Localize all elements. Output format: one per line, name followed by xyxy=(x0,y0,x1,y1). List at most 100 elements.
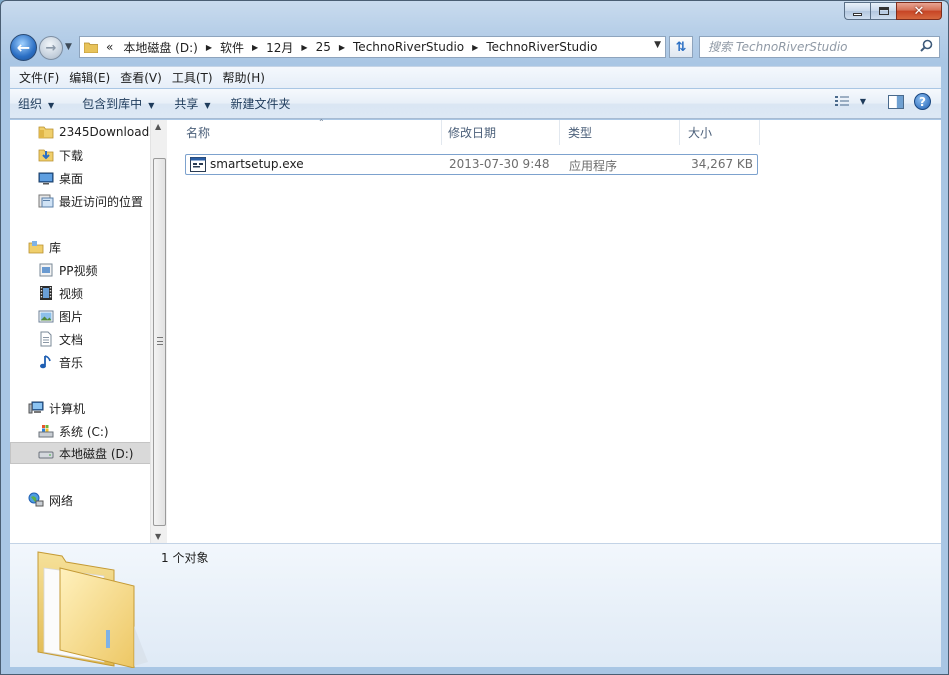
menu-tools[interactable]: 工具(T) xyxy=(167,67,218,89)
chevron-down-icon: ▼ xyxy=(48,100,55,110)
view-options-dropdown-icon[interactable]: ▼ xyxy=(860,97,866,106)
scroll-up-icon[interactable]: ▲ xyxy=(155,122,161,131)
change-view-icon[interactable] xyxy=(834,95,850,109)
system-drive-icon xyxy=(38,425,54,438)
navigation-pane: 2345Downloads 下载 桌面 最近访问的位置 库 PP视频 视频 图片… xyxy=(10,120,150,543)
nav-item-label: 文档 xyxy=(59,332,84,347)
details-pane: 1 个对象 xyxy=(10,543,941,668)
recent-pages-button[interactable]: ▼ xyxy=(65,42,72,52)
nav-item-libraries[interactable]: 库 xyxy=(28,236,61,258)
minimize-icon xyxy=(853,12,862,16)
caption-buttons: ✕ xyxy=(844,2,942,20)
address-dropdown-icon[interactable]: ▼ xyxy=(654,40,661,50)
chevron-down-icon: ▼ xyxy=(204,100,211,110)
content-area: 2345Downloads 下载 桌面 最近访问的位置 库 PP视频 视频 图片… xyxy=(10,118,941,543)
file-size: 34,267 KB xyxy=(691,157,753,171)
menu-help[interactable]: 帮助(H) xyxy=(218,67,270,89)
preview-pane-icon[interactable] xyxy=(888,94,904,109)
breadcrumb-item[interactable]: TechnoRiverStudio xyxy=(347,40,470,54)
breadcrumb-item[interactable]: 软件 xyxy=(214,39,250,56)
folder-icon xyxy=(37,551,148,668)
breadcrumb-item[interactable]: 本地磁盘 (D:) xyxy=(117,39,203,56)
nav-item-videos[interactable]: 视频 xyxy=(38,282,83,304)
breadcrumb-item[interactable]: TechnoRiverStudio xyxy=(480,40,603,54)
nav-item-system-c[interactable]: 系统 (C:) xyxy=(38,420,109,442)
refresh-button[interactable]: ⇅ xyxy=(669,36,693,58)
back-button[interactable]: ← xyxy=(10,34,37,61)
include-in-library-button[interactable]: 包含到库中 ▼ xyxy=(72,89,164,119)
nav-item-recent-places[interactable]: 最近访问的位置 xyxy=(38,190,143,212)
scroll-down-icon[interactable]: ▼ xyxy=(155,532,161,541)
nav-item-pictures[interactable]: 图片 xyxy=(38,305,83,327)
column-header-name[interactable]: 名称 ⌃ xyxy=(178,118,442,145)
nav-item-computer[interactable]: 计算机 xyxy=(28,397,85,419)
nav-item-2345downloads[interactable]: 2345Downloads xyxy=(38,121,150,143)
libraries-icon xyxy=(28,241,44,254)
breadcrumb-separator-icon[interactable]: ▶ xyxy=(337,43,347,52)
nav-item-pp-video[interactable]: PP视频 xyxy=(38,259,97,281)
share-button[interactable]: 共享 ▼ xyxy=(164,89,220,119)
close-icon: ✕ xyxy=(913,3,925,19)
grip-icon xyxy=(157,337,163,345)
pictures-icon xyxy=(38,310,54,323)
network-icon xyxy=(28,492,44,507)
minimize-button[interactable] xyxy=(844,2,870,20)
maximize-icon xyxy=(878,7,889,15)
column-header-date-modified[interactable]: 修改日期 xyxy=(440,120,560,145)
nav-item-label: 下载 xyxy=(59,148,84,163)
help-icon[interactable]: ? xyxy=(914,93,931,110)
breadcrumb-separator-icon[interactable]: ▶ xyxy=(250,43,260,52)
nav-item-label: 视频 xyxy=(59,286,84,301)
nav-item-local-disk-d[interactable]: 本地磁盘 (D:) xyxy=(10,442,150,464)
nav-item-network[interactable]: 网络 xyxy=(28,489,73,511)
menu-file[interactable]: 文件(F) xyxy=(14,67,64,89)
nav-item-desktop[interactable]: 桌面 xyxy=(38,167,83,189)
menu-edit[interactable]: 编辑(E) xyxy=(64,67,115,89)
column-header-label: 修改日期 xyxy=(448,126,497,140)
breadcrumb-separator-icon[interactable]: ▶ xyxy=(299,43,309,52)
close-button[interactable]: ✕ xyxy=(896,2,942,20)
organize-button[interactable]: 组织 ▼ xyxy=(10,89,64,119)
breadcrumb-item[interactable]: 25 xyxy=(310,40,337,54)
nav-item-music[interactable]: 音乐 xyxy=(38,351,83,373)
film-icon xyxy=(40,286,52,300)
desktop-icon xyxy=(38,172,54,185)
include-in-library-label: 包含到库中 xyxy=(82,96,143,111)
executable-icon xyxy=(190,157,206,172)
nav-item-documents[interactable]: 文档 xyxy=(38,328,83,350)
nav-item-label: 网络 xyxy=(49,493,74,508)
address-bar[interactable]: « 本地磁盘 (D:) ▶ 软件 ▶ 12月 ▶ 25 ▶ TechnoRiverStu… xyxy=(79,36,666,58)
breadcrumb-separator-icon[interactable]: ▶ xyxy=(470,43,480,52)
column-header-label: 类型 xyxy=(568,126,593,140)
scrollbar-thumb[interactable] xyxy=(153,158,166,526)
command-bar: 组织 ▼ 包含到库中 ▼ 共享 ▼ 新建文件夹 ▼ ? xyxy=(10,89,941,119)
menu-view[interactable]: 查看(V) xyxy=(115,67,167,89)
column-header-label: 大小 xyxy=(688,126,713,140)
search-icon[interactable] xyxy=(920,39,933,52)
maximize-button[interactable] xyxy=(870,2,896,20)
nav-item-label: 2345Downloads xyxy=(59,125,150,139)
breadcrumb-item[interactable]: 12月 xyxy=(260,39,299,56)
view-controls: ▼ ? xyxy=(834,93,931,110)
nav-item-label: 音乐 xyxy=(59,355,84,370)
overflow-chevron[interactable]: « xyxy=(104,40,117,54)
forward-button[interactable]: → xyxy=(39,36,63,60)
file-type: 应用程序 xyxy=(569,159,618,173)
column-header-size[interactable]: 大小 xyxy=(680,120,760,145)
file-row[interactable]: smartsetup.exe 2013-07-30 9:48 应用程序 34,2… xyxy=(185,154,758,175)
nav-item-label: 最近访问的位置 xyxy=(59,194,144,209)
nav-pane-scrollbar[interactable]: ▲ ▼ xyxy=(150,120,167,543)
nav-item-label: PP视频 xyxy=(59,263,98,278)
nav-item-downloads[interactable]: 下载 xyxy=(38,144,83,166)
breadcrumb-separator-icon[interactable]: ▶ xyxy=(204,43,214,52)
search-box xyxy=(699,36,940,58)
documents-icon xyxy=(40,331,52,347)
sort-ascending-icon: ⌃ xyxy=(318,118,325,127)
new-folder-button[interactable]: 新建文件夹 xyxy=(221,89,301,119)
search-input[interactable] xyxy=(700,38,910,56)
file-date-modified: 2013-07-30 9:48 xyxy=(449,157,550,171)
chevron-down-icon: ▼ xyxy=(148,100,155,110)
column-header-label: 名称 xyxy=(186,126,211,140)
organize-label: 组织 xyxy=(18,96,43,111)
column-header-type[interactable]: 类型 xyxy=(560,120,680,145)
